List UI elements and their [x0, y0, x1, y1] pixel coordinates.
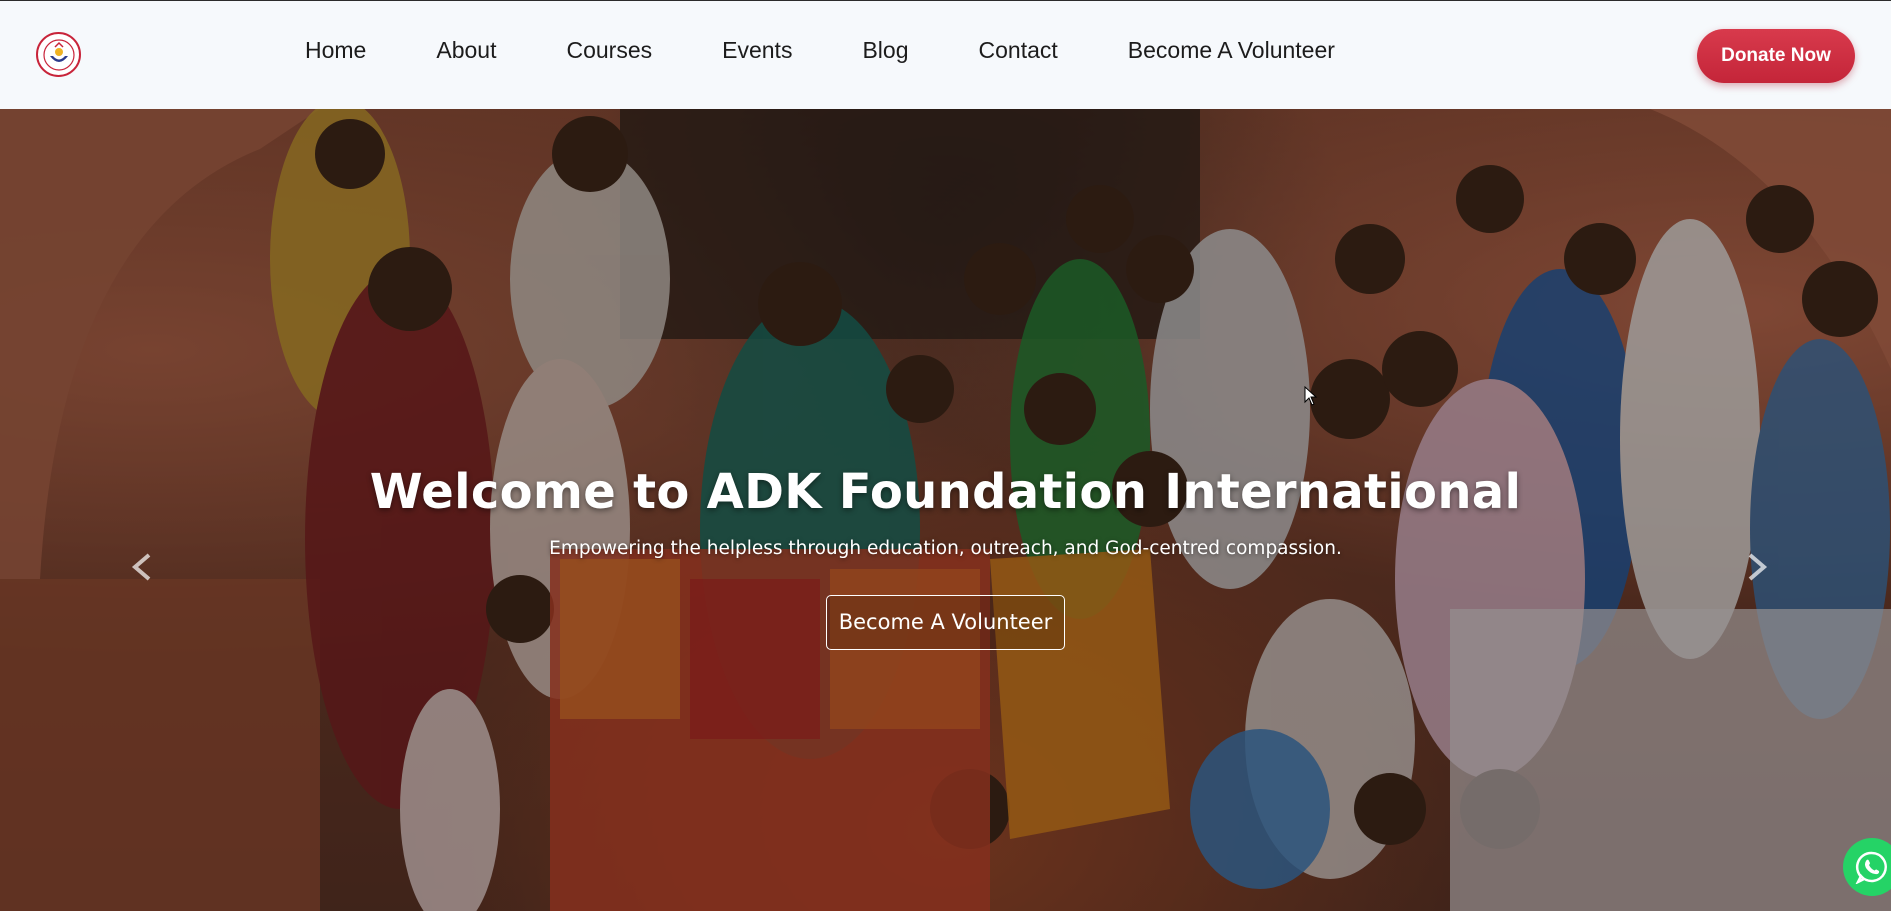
nav-events[interactable]: Events	[722, 37, 792, 64]
hero-subtitle: Empowering the helpless through educatio…	[549, 538, 1342, 559]
nav-courses[interactable]: Courses	[566, 37, 652, 64]
logo[interactable]	[36, 32, 81, 77]
main-nav: Home About Courses Events Blog Contact B…	[305, 37, 1335, 64]
hero-content: Welcome to ADK Foundation International …	[0, 464, 1891, 650]
donate-now-button[interactable]: Donate Now	[1697, 29, 1855, 83]
hero-title: Welcome to ADK Foundation International	[369, 464, 1522, 520]
whatsapp-icon	[1855, 851, 1887, 884]
adk-foundation-logo-icon	[42, 38, 75, 71]
nav-about[interactable]: About	[436, 37, 496, 64]
site-header: Home About Courses Events Blog Contact B…	[0, 0, 1891, 109]
mouse-cursor-icon	[1304, 386, 1318, 406]
nav-contact[interactable]: Contact	[979, 37, 1058, 64]
page: Home About Courses Events Blog Contact B…	[0, 0, 1891, 911]
nav-blog[interactable]: Blog	[862, 37, 908, 64]
hero-carousel: Welcome to ADK Foundation International …	[0, 109, 1891, 911]
become-a-volunteer-button[interactable]: Become A Volunteer	[826, 595, 1065, 650]
nav-become-a-volunteer[interactable]: Become A Volunteer	[1128, 37, 1335, 64]
nav-home[interactable]: Home	[305, 37, 366, 64]
